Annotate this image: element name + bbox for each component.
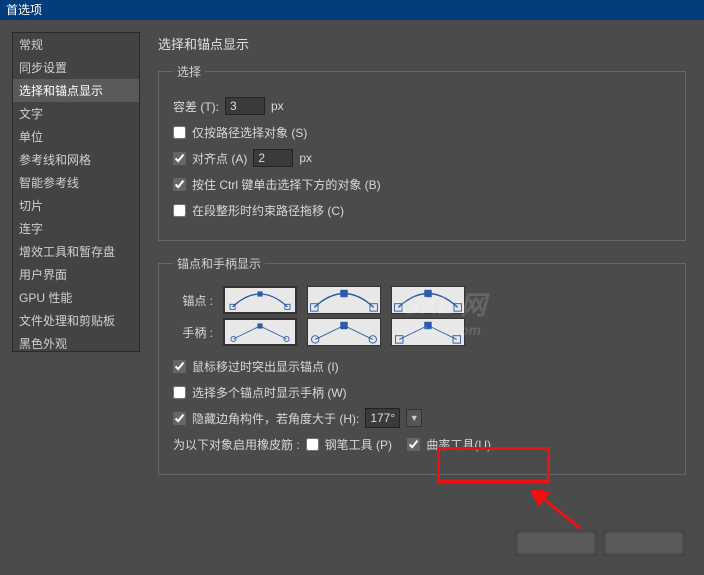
- selection-group: 选择 容差 (T): px 仅按路径选择对象 (S) 对齐点 (A) px 按住…: [158, 63, 686, 241]
- hide-corner-dropdown[interactable]: 177°: [365, 408, 400, 428]
- curvature-tool-label: 曲率工具(U): [426, 436, 491, 453]
- sidebar-item-type[interactable]: 文字: [13, 102, 139, 125]
- snap-checkbox[interactable]: [173, 152, 186, 165]
- anchor-style-2[interactable]: [307, 286, 381, 314]
- sidebar-item-sync[interactable]: 同步设置: [13, 56, 139, 79]
- content-panel: 选择和锚点显示 选择 容差 (T): px 仅按路径选择对象 (S) 对齐点 (…: [140, 20, 704, 575]
- snap-input[interactable]: [253, 149, 293, 167]
- selection-legend: 选择: [173, 63, 205, 80]
- handle-style-1[interactable]: [223, 318, 297, 346]
- page-title: 选择和锚点显示: [158, 34, 686, 53]
- window-titlebar: 首选项: [0, 0, 704, 20]
- tolerance-input[interactable]: [225, 97, 265, 115]
- path-only-label: 仅按路径选择对象 (S): [192, 124, 307, 141]
- dropdown-arrow-icon[interactable]: ▼: [406, 409, 422, 427]
- path-only-checkbox[interactable]: [173, 126, 186, 139]
- anchor-style-3[interactable]: [391, 286, 465, 314]
- anchor-legend: 锚点和手柄显示: [173, 255, 265, 272]
- anchor-group: 锚点和手柄显示 锚点 : 手柄 :: [158, 255, 686, 475]
- pen-tool-checkbox[interactable]: [306, 438, 319, 451]
- show-handles-multi-checkbox[interactable]: [173, 386, 186, 399]
- hide-corner-label: 隐藏边角构件，若角度大于 (H):: [192, 410, 359, 427]
- ctrl-click-checkbox[interactable]: [173, 178, 186, 191]
- handle-style-3[interactable]: [391, 318, 465, 346]
- sidebar-item-general[interactable]: 常规: [13, 33, 139, 56]
- curvature-tool-checkbox[interactable]: [407, 438, 420, 451]
- hide-corner-value: 177°: [370, 411, 395, 425]
- handles-label: 手柄 :: [173, 324, 213, 341]
- category-sidebar: 常规 同步设置 选择和锚点显示 文字 单位 参考线和网格 智能参考线 切片 连字…: [12, 32, 140, 352]
- hide-corner-checkbox[interactable]: [173, 412, 186, 425]
- constrain-label: 在段整形时约束路径拖移 (C): [192, 202, 344, 219]
- sidebar-item-file-clipboard[interactable]: 文件处理和剪贴板: [13, 309, 139, 332]
- anchor-style-1[interactable]: [223, 286, 297, 314]
- window-title: 首选项: [6, 3, 42, 17]
- annotation-arrow-icon: [532, 490, 582, 530]
- sidebar-item-slices[interactable]: 切片: [13, 194, 139, 217]
- sidebar-item-selection-anchor[interactable]: 选择和锚点显示: [13, 79, 139, 102]
- ok-button[interactable]: [516, 531, 596, 555]
- sidebar-item-gpu[interactable]: GPU 性能: [13, 286, 139, 309]
- sidebar-item-guides-grid[interactable]: 参考线和网格: [13, 148, 139, 171]
- constrain-checkbox[interactable]: [173, 204, 186, 217]
- tolerance-label: 容差 (T):: [173, 98, 219, 115]
- snap-label: 对齐点 (A): [192, 150, 247, 167]
- sidebar-item-hyphenation[interactable]: 连字: [13, 217, 139, 240]
- highlight-hover-label: 鼠标移过时突出显示锚点 (I): [192, 358, 339, 375]
- sidebar-item-smart-guides[interactable]: 智能参考线: [13, 171, 139, 194]
- sidebar-item-plugins[interactable]: 增效工具和暂存盘: [13, 240, 139, 263]
- sidebar-item-black-appearance[interactable]: 黑色外观: [13, 332, 139, 355]
- snap-unit: px: [299, 151, 312, 165]
- handle-style-2[interactable]: [307, 318, 381, 346]
- cancel-button[interactable]: [604, 531, 684, 555]
- highlight-hover-checkbox[interactable]: [173, 360, 186, 373]
- pen-tool-label: 钢笔工具 (P): [325, 436, 392, 453]
- sidebar-item-units[interactable]: 单位: [13, 125, 139, 148]
- anchors-label: 锚点 :: [173, 292, 213, 309]
- tolerance-unit: px: [271, 99, 284, 113]
- sidebar-item-ui[interactable]: 用户界面: [13, 263, 139, 286]
- main-panel: 常规 同步设置 选择和锚点显示 文字 单位 参考线和网格 智能参考线 切片 连字…: [0, 20, 704, 575]
- ctrl-click-label: 按住 Ctrl 键单击选择下方的对象 (B): [192, 176, 381, 193]
- rubberband-label: 为以下对象启用橡皮筋 :: [173, 436, 300, 453]
- show-handles-multi-label: 选择多个锚点时显示手柄 (W): [192, 384, 347, 401]
